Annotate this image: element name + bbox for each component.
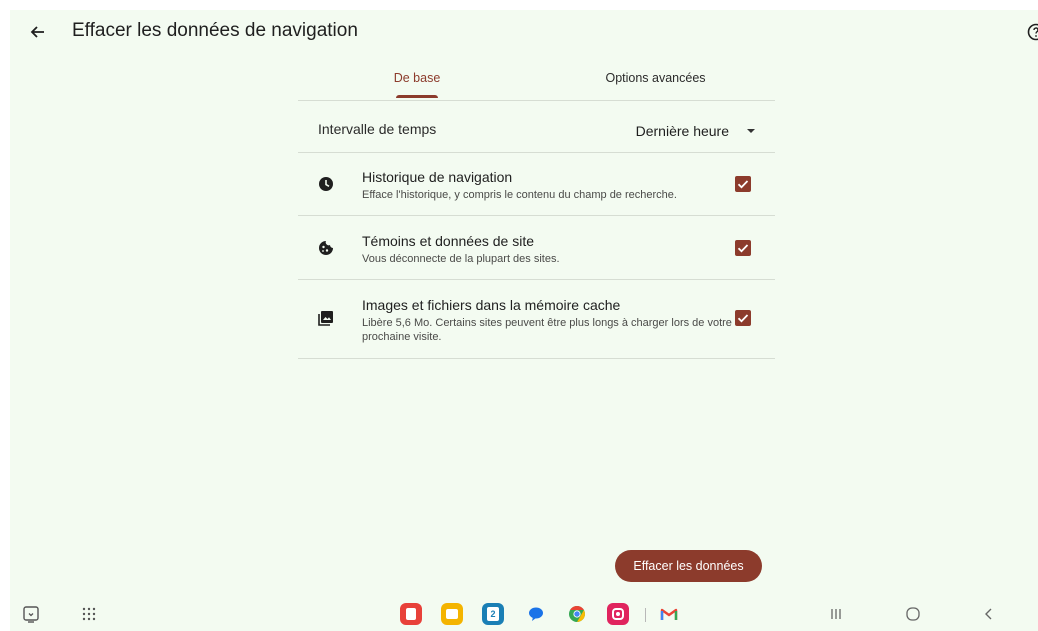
tab-bar: De base Options avancées xyxy=(298,64,775,101)
history-checkbox[interactable] xyxy=(735,176,751,192)
calendar-app-tile: 2 xyxy=(482,603,504,625)
gmail-icon xyxy=(660,608,678,620)
checkmark-icon xyxy=(737,244,749,253)
item-description: Efface l'historique, y compris le conten… xyxy=(362,189,677,201)
screen-icon xyxy=(23,606,39,623)
messages-app-icon[interactable] xyxy=(525,603,547,625)
app-drawer-button[interactable] xyxy=(78,603,100,625)
chevron-left-icon xyxy=(985,608,992,620)
home-icon xyxy=(906,607,920,621)
checkmark-icon xyxy=(737,314,749,323)
app-grid-icon xyxy=(82,607,96,621)
recents-icon xyxy=(831,609,841,619)
time-range-value: Dernière heure xyxy=(635,123,729,139)
time-range-row: Intervalle de temps Dernière heure xyxy=(298,112,775,153)
notes-app-icon[interactable] xyxy=(400,603,422,625)
item-title: Témoins et données de site xyxy=(362,233,534,249)
arrow-left-icon xyxy=(30,26,44,38)
item-description: Vous déconnecte de la plupart des sites. xyxy=(362,253,560,265)
gmail-app-icon[interactable] xyxy=(658,603,680,625)
tab-selected-indicator xyxy=(396,95,438,98)
taskbar-divider xyxy=(645,608,646,622)
item-title: Images et fichiers dans la mémoire cache xyxy=(362,297,621,313)
image-stack-icon xyxy=(318,311,333,326)
recents-button[interactable] xyxy=(825,603,847,625)
time-range-dropdown[interactable]: Dernière heure xyxy=(636,118,755,144)
chrome-icon xyxy=(569,606,585,622)
chrome-app-icon[interactable] xyxy=(566,603,588,625)
notes-app-tile xyxy=(400,603,422,625)
files-app-icon[interactable] xyxy=(441,603,463,625)
cookie-icon xyxy=(319,241,333,255)
nav-back-button[interactable] xyxy=(978,603,1000,625)
clear-data-button[interactable]: Effacer les données xyxy=(615,550,762,582)
app-window: Effacer les données de navigation De bas… xyxy=(10,10,1038,598)
taskbar: 2 xyxy=(10,598,1038,631)
checkmark-icon xyxy=(737,180,749,189)
chat-bubble-icon xyxy=(529,607,543,621)
cookies-checkbox[interactable] xyxy=(735,240,751,256)
calendar-app-icon[interactable]: 2 xyxy=(482,603,504,625)
time-range-label: Intervalle de temps xyxy=(318,121,437,137)
tab-advanced[interactable]: Options avancées xyxy=(536,64,775,100)
home-button[interactable] xyxy=(902,603,924,625)
screen-recorder-app-icon[interactable] xyxy=(607,603,629,625)
list-item-cookies[interactable]: Témoins et données de site Vous déconnec… xyxy=(298,216,775,280)
dropdown-arrow-icon xyxy=(747,129,755,133)
screen-toggle-button[interactable] xyxy=(20,603,42,625)
recorder-app-tile xyxy=(607,603,629,625)
item-title: Historique de navigation xyxy=(362,169,513,185)
help-button[interactable] xyxy=(1026,22,1038,42)
back-button[interactable] xyxy=(28,22,48,42)
page-title: Effacer les données de navigation xyxy=(72,20,358,41)
list-item-cache[interactable]: Images et fichiers dans la mémoire cache… xyxy=(298,280,775,359)
item-description: Libère 5,6 Mo. Certains sites peuvent êt… xyxy=(362,317,732,343)
calendar-day: 2 xyxy=(487,607,499,621)
clock-icon xyxy=(319,177,333,191)
help-icon xyxy=(1027,23,1038,41)
list-item-history[interactable]: Historique de navigation Efface l'histor… xyxy=(298,152,775,216)
files-app-tile xyxy=(441,603,463,625)
cache-checkbox[interactable] xyxy=(735,310,751,326)
